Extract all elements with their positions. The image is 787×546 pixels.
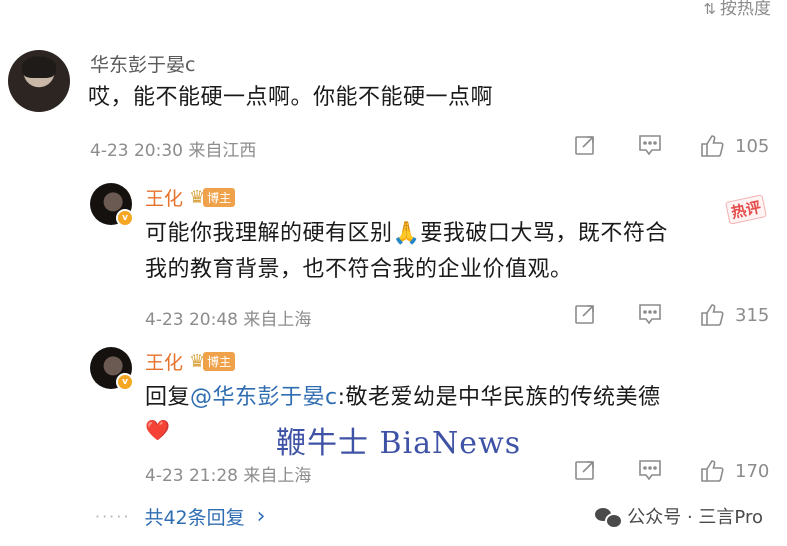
comment-button[interactable] [637,458,663,482]
thumbs-up-icon [701,135,724,157]
wechat-icon [595,506,624,529]
like-count: 105 [735,135,770,157]
heart-emoji-icon: ❤️ [145,418,170,442]
like-button[interactable]: 170 [699,458,769,484]
brand-label: 公众号 · 三言Pro [627,507,763,528]
share-button[interactable] [573,302,597,326]
chevron-right-icon: › [256,504,266,529]
like-count: 170 [735,460,770,482]
reply-location: 来自上海 [243,310,312,330]
avatar[interactable]: v [90,183,134,227]
sort-icon: ⇅ [703,0,716,18]
hot-comment-tag: 热评 [725,194,767,225]
comment-location: 来自江西 [188,141,257,161]
reply-header: 王化 ♛ 博主 [145,348,236,375]
like-button[interactable]: 105 [699,133,769,159]
share-icon [575,461,594,480]
thumbs-up-icon [701,460,724,482]
wechat-brand: 公众号 · 三言Pro [595,503,763,529]
avatar[interactable]: v [90,347,134,391]
comment-button[interactable] [637,302,663,326]
reply-prefix: 回复 [145,385,191,410]
reply-text-rest: :敬老爱幼是中华民族的传统美德 [337,385,661,410]
comment-username[interactable]: 华东彭于晏c [90,50,195,77]
reply-text-line2: 我的教育背景，也不符合我的企业价值观。 [145,257,573,282]
verified-badge-icon: v [116,209,134,227]
blogger-tag: 博主 [203,188,236,207]
watermark: 鞭牛士 BiaNews [276,426,522,461]
like-count: 315 [735,304,770,326]
reply-meta: 4-23 20:48 来自上海 [145,305,311,330]
reply-time: 4-23 20:48 [145,310,238,330]
like-button[interactable]: 315 [699,302,769,328]
avatar[interactable] [8,50,70,112]
comment-time: 4-23 20:30 [90,141,183,161]
share-icon [575,136,594,155]
share-button[interactable] [573,133,597,157]
reply-username[interactable]: 王化 [145,348,183,375]
more-replies-label: 共42条回复 [144,507,245,529]
blogger-tag: 博主 [203,352,236,371]
sort-by-hot-button[interactable]: ⇅ 按热度 [703,0,771,19]
view-more-replies-button[interactable]: ····· 共42条回复 › [95,503,265,530]
share-icon [575,305,594,324]
share-button[interactable] [573,458,597,482]
comment-icon [639,135,661,156]
comment-text: 哎，能不能硬一点啊。你能不能硬一点啊 [88,85,494,110]
sort-label: 按热度 [720,0,771,19]
divider-dots: ····· [95,507,131,526]
reply-username[interactable]: 王化 [145,184,183,211]
reply-text-line1: 可能你我理解的硬有区别🙏要我破口大骂，既不符合 [145,221,668,246]
blogger-badge: ♛ 博主 [189,187,236,208]
blogger-badge: ♛ 博主 [189,351,236,372]
reply-meta: 4-23 21:28 来自上海 [145,461,311,486]
reply-header: 王化 ♛ 博主 [145,184,236,211]
comment-icon [639,304,661,325]
comment-meta: 4-23 20:30 来自江西 [90,136,256,161]
mention-link[interactable]: @华东彭于晏c [190,385,338,410]
thumbs-up-icon [701,304,724,326]
comment-icon [639,460,661,481]
reply-location: 来自上海 [243,466,312,486]
reply-text: 回复@华东彭于晏c:敬老爱幼是中华民族的传统美德 [145,380,661,416]
reply-time: 4-23 21:28 [145,466,238,486]
verified-badge-icon: v [116,373,134,391]
comment-button[interactable] [637,133,663,157]
